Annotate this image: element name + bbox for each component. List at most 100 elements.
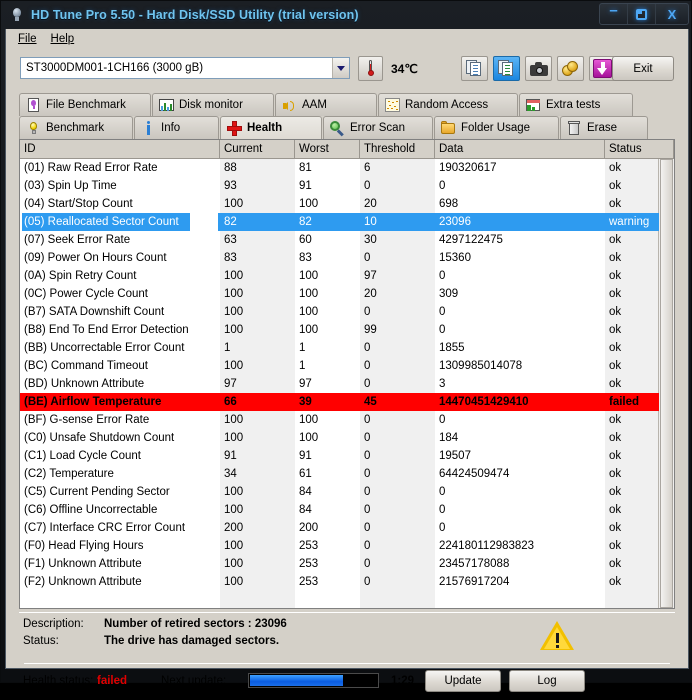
drive-select[interactable]: ST3000DM001-1CH166 (3000 gB) bbox=[20, 57, 350, 79]
column-header-id[interactable]: ID bbox=[20, 140, 220, 158]
table-row[interactable]: (C0) Unsafe Shutdown Count 100 100 0 184 ok bbox=[20, 429, 659, 447]
camera-icon bbox=[529, 61, 548, 76]
menu-file[interactable]: File bbox=[13, 31, 46, 48]
application-window: HD Tune Pro 5.50 - Hard Disk/SSD Utility… bbox=[0, 0, 692, 692]
tab-error-scan[interactable]: Error Scan bbox=[323, 116, 433, 139]
cell-data: 0 bbox=[439, 504, 446, 516]
copy-icon-button[interactable] bbox=[461, 56, 488, 81]
cell-current: 83 bbox=[224, 252, 237, 264]
cell-worst: 253 bbox=[299, 576, 319, 588]
tab-extra-tests[interactable]: Extra tests bbox=[519, 93, 633, 116]
cell-status: ok bbox=[609, 306, 622, 318]
scrollbar-thumb[interactable] bbox=[660, 159, 673, 608]
coins-icon-button[interactable] bbox=[557, 56, 584, 81]
cell-data: 0 bbox=[439, 306, 446, 318]
table-row[interactable]: (F1) Unknown Attribute 100 253 0 23457178088… bbox=[20, 555, 659, 573]
table-row[interactable]: (C7) Interface CRC Error Count 200 200 0 0 ok bbox=[20, 519, 659, 537]
smart-attribute-table: ID Current Worst Threshold Data Status (… bbox=[19, 139, 675, 609]
table-row[interactable]: (01) Raw Read Error Rate 88 81 6 190320617 ok bbox=[20, 159, 659, 177]
cell-id: (BC) Command Timeout bbox=[24, 360, 148, 372]
menu-help[interactable]: Help bbox=[46, 31, 84, 48]
close-button[interactable]: X bbox=[656, 4, 688, 24]
chevron-down-icon[interactable] bbox=[332, 58, 349, 78]
window-controls: – X bbox=[599, 3, 689, 25]
table-row[interactable]: (C2) Temperature 34 61 0 64424509474 ok bbox=[20, 465, 659, 483]
table-row[interactable]: (B8) End To End Error Detection 100 100 99 0… bbox=[20, 321, 659, 339]
tab-random-access[interactable]: Random Access bbox=[378, 93, 518, 116]
thermometer-icon[interactable] bbox=[358, 56, 383, 81]
table-row[interactable]: (C1) Load Cycle Count 91 91 0 19507 ok bbox=[20, 447, 659, 465]
table-row[interactable]: (04) Start/Stop Count 100 100 20 698 ok bbox=[20, 195, 659, 213]
cell-status: ok bbox=[609, 270, 622, 282]
exit-button[interactable]: Exit bbox=[612, 56, 674, 81]
table-row[interactable]: (BF) G-sense Error Rate 100 100 0 0 ok bbox=[20, 411, 659, 429]
minimize-button[interactable]: – bbox=[600, 4, 628, 24]
cell-worst: 100 bbox=[299, 324, 319, 336]
folder-icon bbox=[441, 120, 456, 136]
tab-error-scan-label: Error Scan bbox=[350, 122, 405, 134]
menu-bar: File Help bbox=[6, 29, 688, 50]
maximize-icon bbox=[636, 8, 647, 20]
table-row[interactable]: (BB) Uncorrectable Error Count 1 1 0 1855 ok bbox=[20, 339, 659, 357]
column-header-current[interactable]: Current bbox=[220, 140, 295, 158]
table-row[interactable]: (F0) Head Flying Hours 100 253 0 22418011298… bbox=[20, 537, 659, 555]
table-row[interactable]: (0C) Power Cycle Count 100 100 20 309 ok bbox=[20, 285, 659, 303]
table-row[interactable]: (03) Spin Up Time 93 91 0 0 ok bbox=[20, 177, 659, 195]
table-row[interactable]: (B7) SATA Downshift Count 100 100 0 0 ok bbox=[20, 303, 659, 321]
tab-benchmark[interactable]: Benchmark bbox=[19, 116, 133, 139]
table-row[interactable]: (BD) Unknown Attribute 97 97 0 3 ok bbox=[20, 375, 659, 393]
cell-worst: 253 bbox=[299, 558, 319, 570]
cell-threshold: 0 bbox=[364, 504, 371, 516]
cell-status: ok bbox=[609, 432, 622, 444]
cell-status: failed bbox=[609, 396, 640, 408]
tab-info[interactable]: Info bbox=[134, 116, 219, 139]
cell-threshold: 0 bbox=[364, 414, 371, 426]
app-lightbulb-icon bbox=[9, 7, 25, 23]
table-row[interactable]: (F2) Unknown Attribute 100 253 0 21576917204… bbox=[20, 573, 659, 591]
tab-extra-tests-label: Extra tests bbox=[546, 99, 601, 111]
cell-worst: 1 bbox=[299, 342, 306, 354]
copy-icon bbox=[466, 60, 483, 77]
cell-status: ok bbox=[609, 288, 622, 300]
maximize-button[interactable] bbox=[628, 4, 656, 24]
column-header-data[interactable]: Data bbox=[435, 140, 605, 158]
column-header-status[interactable]: Status bbox=[605, 140, 674, 158]
cell-data: 309 bbox=[439, 288, 459, 300]
tab-folder-usage-label: Folder Usage bbox=[461, 122, 531, 134]
cell-id: (09) Power On Hours Count bbox=[24, 252, 167, 264]
tab-file-benchmark[interactable]: File Benchmark bbox=[19, 93, 151, 116]
table-row[interactable]: (BC) Command Timeout 100 1 0 1309985014078 ok bbox=[20, 357, 659, 375]
table-row[interactable]: (07) Seek Error Rate 63 60 30 4297122475 ok bbox=[20, 231, 659, 249]
cell-worst: 60 bbox=[299, 234, 312, 246]
cell-current: 100 bbox=[224, 360, 244, 372]
cell-data: 190320617 bbox=[439, 162, 497, 174]
column-header-threshold[interactable]: Threshold bbox=[360, 140, 435, 158]
tab-aam[interactable]: AAM bbox=[275, 93, 377, 116]
copy-green-icon-button[interactable] bbox=[493, 56, 520, 81]
table-row[interactable]: (0A) Spin Retry Count 100 100 97 0 ok bbox=[20, 267, 659, 285]
cell-data: 0 bbox=[439, 522, 446, 534]
cell-status: ok bbox=[609, 342, 622, 354]
update-button[interactable]: Update bbox=[425, 670, 501, 692]
tab-health-label: Health bbox=[247, 122, 283, 134]
cell-data: 3 bbox=[439, 378, 446, 390]
cell-worst: 91 bbox=[299, 180, 312, 192]
cell-current: 100 bbox=[224, 558, 244, 570]
log-button[interactable]: Log bbox=[509, 670, 585, 692]
table-row[interactable]: (09) Power On Hours Count 83 83 0 15360 ok bbox=[20, 249, 659, 267]
table-row[interactable]: (BE) Airflow Temperature 66 39 45 1447045142… bbox=[20, 393, 659, 411]
cell-status: ok bbox=[609, 468, 622, 480]
menu-file-label: File bbox=[18, 33, 37, 45]
tab-erase[interactable]: Erase bbox=[560, 116, 648, 139]
cell-threshold: 0 bbox=[364, 180, 371, 192]
tab-folder-usage[interactable]: Folder Usage bbox=[434, 116, 559, 139]
table-scrollbar[interactable] bbox=[658, 159, 674, 608]
tab-disk-monitor[interactable]: Disk monitor bbox=[152, 93, 274, 116]
extra-tests-icon bbox=[526, 98, 541, 113]
table-row[interactable]: (C6) Offline Uncorrectable 100 84 0 0 ok bbox=[20, 501, 659, 519]
table-row[interactable]: (C5) Current Pending Sector 100 84 0 0 ok bbox=[20, 483, 659, 501]
camera-icon-button[interactable] bbox=[525, 56, 552, 81]
tab-health[interactable]: Health bbox=[220, 116, 322, 139]
column-header-worst[interactable]: Worst bbox=[295, 140, 360, 158]
table-row[interactable]: (05) Reallocated Sector Count 82 82 10 23096… bbox=[20, 213, 659, 231]
